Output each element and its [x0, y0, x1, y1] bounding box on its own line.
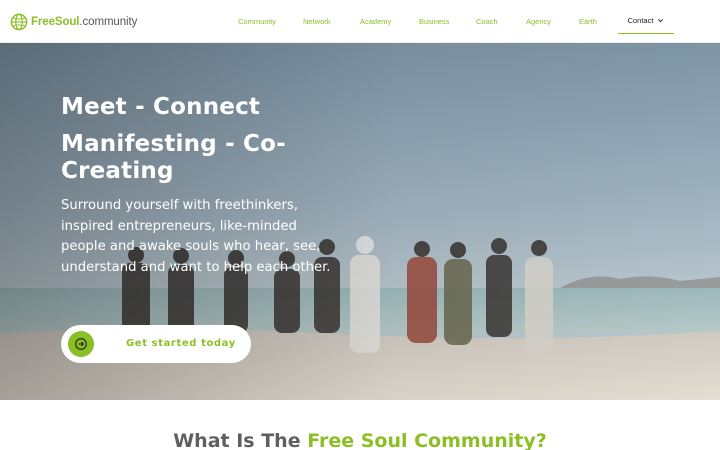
logo-suffix: .community	[79, 16, 138, 28]
nav-item-coach[interactable]: Coach	[476, 17, 498, 26]
nav-item-contact[interactable]: Contact	[618, 8, 674, 34]
hero-section: Meet - Connect Manifesting - Co-Creating…	[0, 43, 720, 400]
logo-brand: FreeSoul	[31, 16, 80, 28]
nav-item-earth[interactable]: Earth	[579, 17, 597, 26]
get-started-button[interactable]: Get started today	[61, 325, 251, 363]
get-started-label: Get started today	[126, 338, 236, 349]
nav-item-community[interactable]: Community	[238, 17, 276, 26]
section-heading-prefix: What Is The	[173, 430, 308, 450]
arrow-circle-right-icon	[68, 331, 94, 357]
hero-description: Surround yourself with freethinkers, ins…	[61, 198, 331, 275]
hero-title-line2: Manifesting - Co-Creating	[61, 131, 286, 184]
site-header: FreeSoul.community Community Network Aca…	[0, 0, 720, 43]
globe-logo-icon	[10, 13, 28, 31]
logo-text: FreeSoul.community	[31, 16, 137, 28]
nav-item-agency[interactable]: Agency	[526, 17, 551, 26]
nav-contact-label: Contact	[627, 16, 654, 25]
section-heading-accent: Free Soul Community?	[307, 430, 547, 450]
chevron-down-icon	[658, 19, 664, 23]
nav-item-business[interactable]: Business	[419, 17, 449, 26]
nav-item-academy[interactable]: Academy	[360, 17, 391, 26]
hero-title-line1: Meet - Connect	[61, 94, 261, 120]
nav-item-network[interactable]: Network	[303, 17, 331, 26]
section-heading: What Is The Free Soul Community?	[0, 430, 720, 450]
site-logo[interactable]: FreeSoul.community	[10, 12, 137, 32]
